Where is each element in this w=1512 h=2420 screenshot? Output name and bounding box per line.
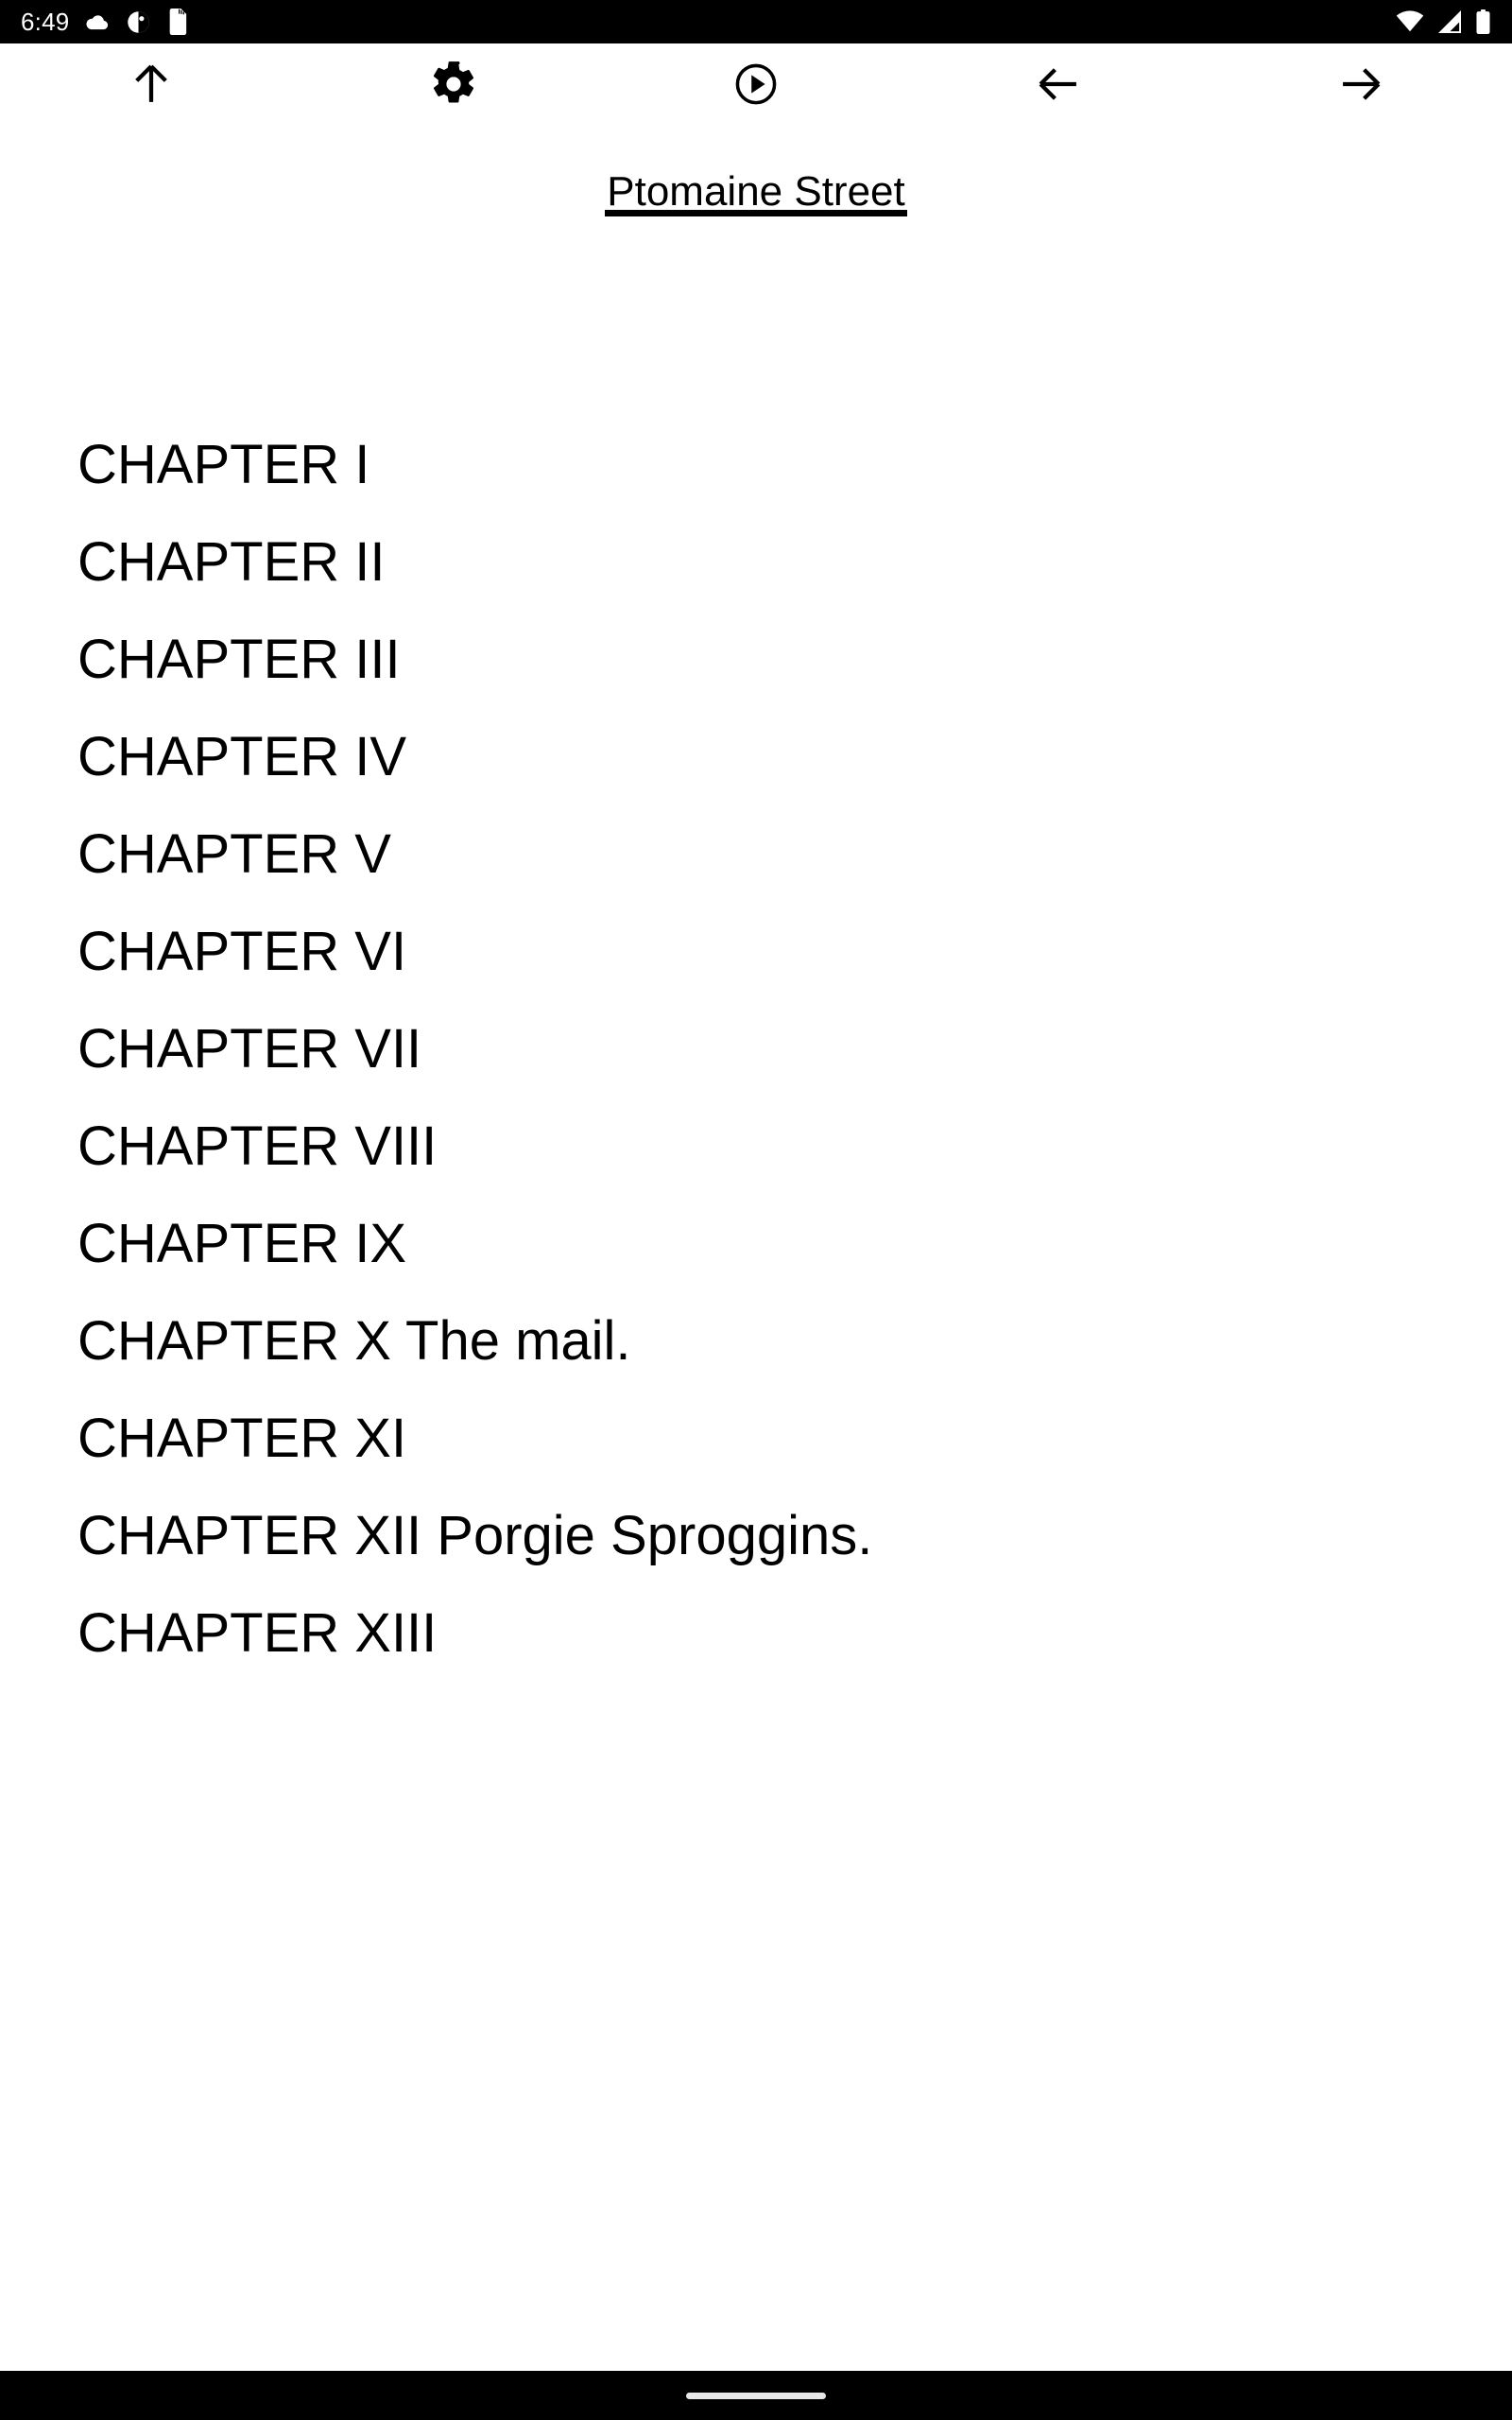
chapter-link[interactable]: CHAPTER IV: [77, 708, 1457, 805]
arrow-up-icon: [126, 59, 177, 112]
chapter-link[interactable]: CHAPTER III: [77, 611, 1457, 708]
chapter-link[interactable]: CHAPTER II: [77, 513, 1457, 611]
chapter-link[interactable]: CHAPTER XII Porgie Sproggins.: [77, 1487, 1457, 1584]
sd-card-icon: [166, 9, 191, 35]
status-bar-right-group: [1396, 9, 1491, 34]
chapter-link[interactable]: CHAPTER VII: [77, 1000, 1457, 1098]
cloud-icon: [84, 9, 111, 35]
status-bar-clock: 6:49: [21, 8, 70, 36]
chapter-link[interactable]: CHAPTER VIII: [77, 1098, 1457, 1195]
play-button[interactable]: [699, 43, 813, 127]
chapter-link[interactable]: CHAPTER VI: [77, 903, 1457, 1000]
arrow-left-icon: [1033, 59, 1084, 112]
app-toolbar: [0, 43, 1512, 127]
chapter-link[interactable]: CHAPTER IX: [77, 1195, 1457, 1292]
chapter-link[interactable]: CHAPTER V: [77, 805, 1457, 903]
table-of-contents: CHAPTER I CHAPTER II CHAPTER III CHAPTER IV…: [77, 416, 1457, 1682]
chapter-link[interactable]: CHAPTER I: [77, 416, 1457, 513]
back-button[interactable]: [1002, 43, 1115, 127]
scroll-to-top-button[interactable]: [94, 43, 208, 127]
gesture-handle[interactable]: [686, 2392, 826, 2399]
circle-contrast-icon: [126, 9, 151, 35]
wifi-icon: [1396, 10, 1424, 33]
arrow-right-icon: [1335, 59, 1386, 112]
forward-button[interactable]: [1304, 43, 1418, 127]
chapter-link[interactable]: CHAPTER XIII: [77, 1584, 1457, 1682]
settings-button[interactable]: [397, 43, 510, 127]
gear-icon: [429, 60, 478, 112]
status-bar: 6:49: [0, 0, 1512, 43]
chapter-link[interactable]: CHAPTER X The mail.: [77, 1292, 1457, 1390]
book-title-container: Ptomaine Street: [0, 171, 1512, 216]
status-bar-left-group: 6:49: [21, 9, 191, 35]
page-title: Ptomaine Street: [605, 171, 907, 216]
chapter-link[interactable]: CHAPTER XI: [77, 1390, 1457, 1487]
play-circle-icon: [732, 60, 780, 111]
system-navigation-bar: [0, 2371, 1512, 2420]
battery-icon: [1475, 9, 1491, 34]
cellular-signal-icon: [1436, 10, 1463, 33]
